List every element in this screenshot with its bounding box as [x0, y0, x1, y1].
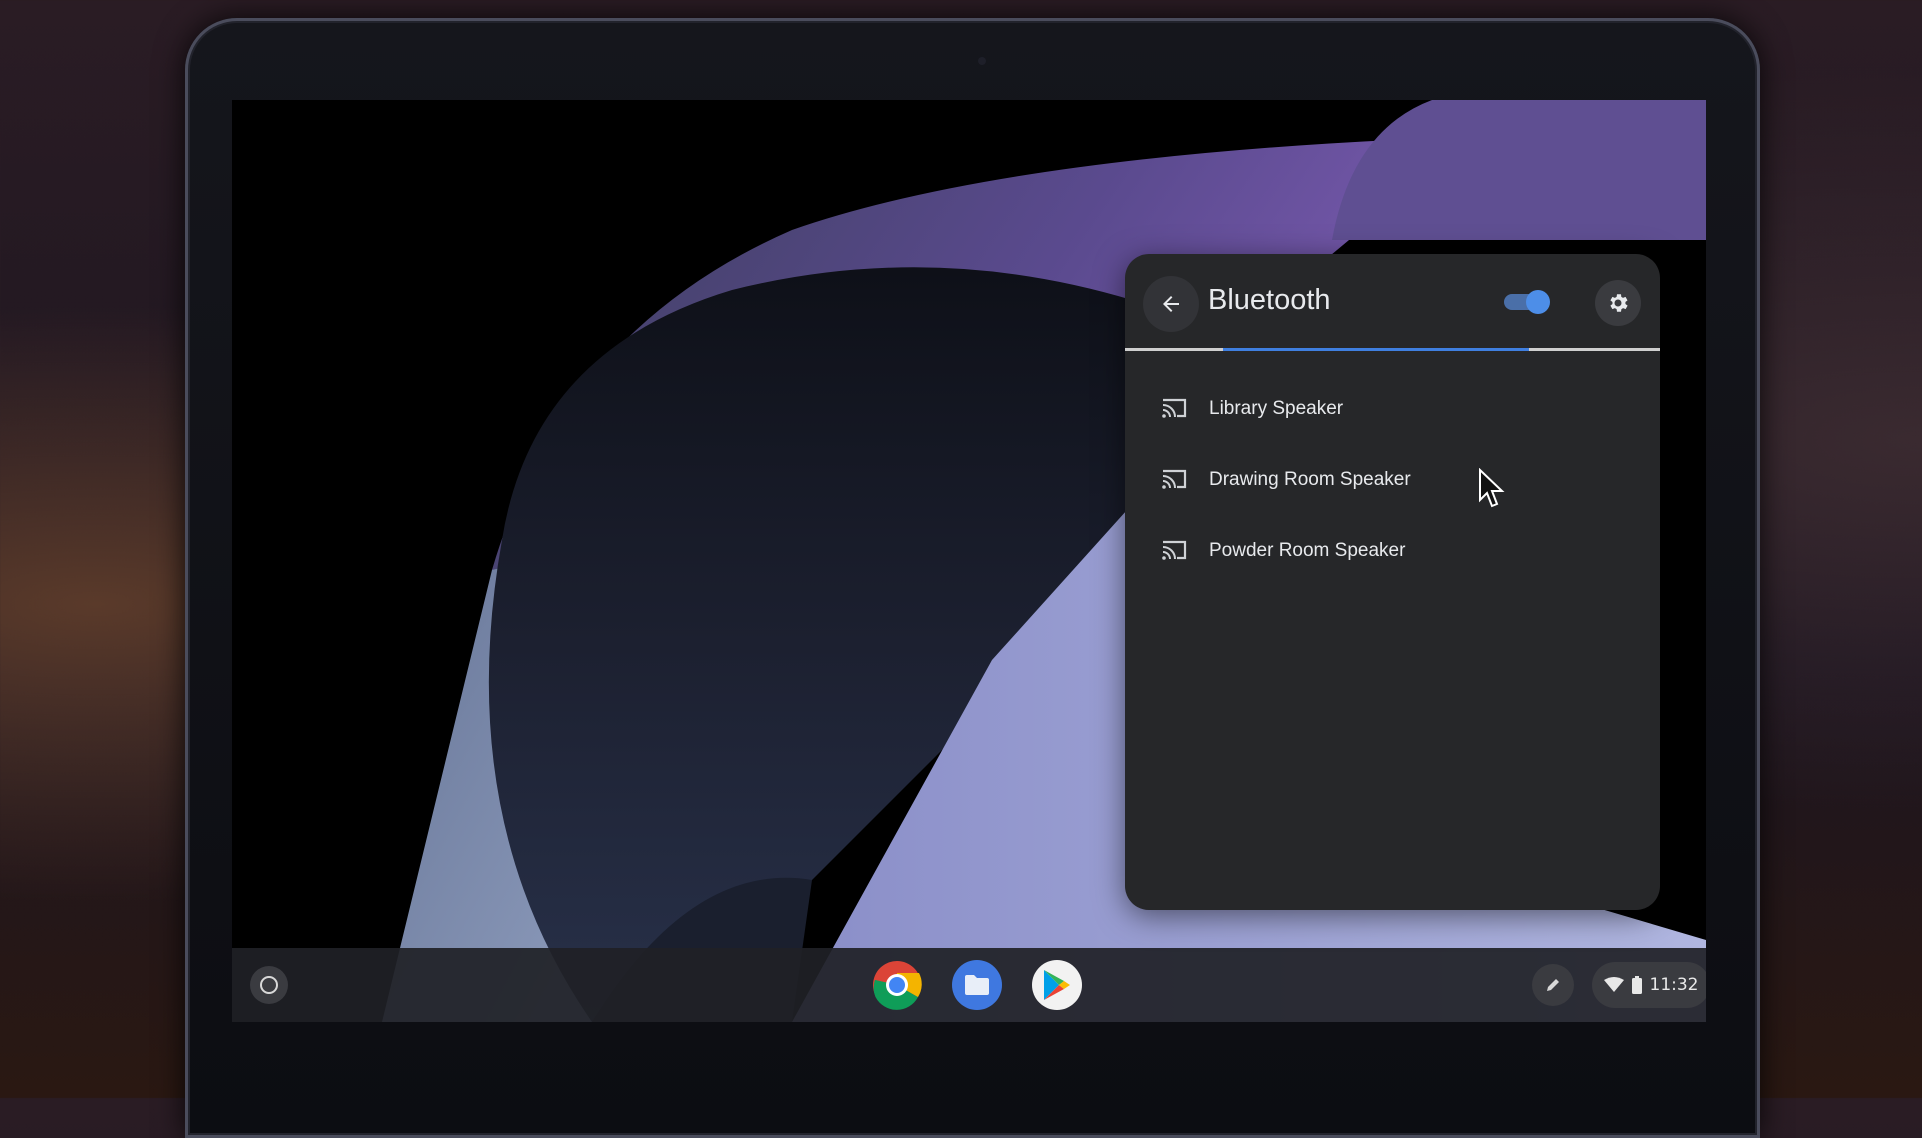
- progress-fill: [1223, 348, 1529, 351]
- bluetooth-settings-button[interactable]: [1595, 280, 1641, 326]
- device-name: Powder Room Speaker: [1209, 540, 1406, 561]
- status-tray[interactable]: 11:32: [1592, 962, 1706, 1008]
- gear-icon: [1610, 294, 1628, 312]
- cast-icon: [1162, 469, 1187, 489]
- clock: 11:32: [1649, 975, 1699, 995]
- stylus-tools-button[interactable]: [1532, 964, 1574, 1006]
- launcher-button[interactable]: [250, 966, 288, 1004]
- cast-icon: [1162, 398, 1187, 418]
- list-item[interactable]: Library Speaker: [1125, 374, 1660, 445]
- list-item[interactable]: Drawing Room Speaker: [1125, 445, 1660, 516]
- bluetooth-panel: Bluetooth Library Speaker Drawing Room S…: [1125, 254, 1660, 910]
- bluetooth-toggle[interactable]: [1502, 290, 1550, 314]
- shelf: 11:32: [232, 948, 1706, 1022]
- battery-icon: [1631, 976, 1642, 994]
- device-name: Drawing Room Speaker: [1209, 469, 1411, 490]
- mouse-cursor-icon: [1479, 468, 1505, 508]
- wifi-icon: [1603, 977, 1624, 992]
- launcher-icon: [260, 976, 278, 994]
- pen-icon: [1547, 979, 1559, 991]
- back-button[interactable]: [1143, 276, 1199, 332]
- device-name: Library Speaker: [1209, 398, 1344, 419]
- play-store-icon[interactable]: [1032, 960, 1082, 1010]
- list-item[interactable]: Powder Room Speaker: [1125, 516, 1660, 587]
- files-icon[interactable]: [952, 960, 1002, 1010]
- toggle-knob: [1526, 290, 1550, 314]
- device-list: Library Speaker Drawing Room Speaker Pow…: [1125, 374, 1660, 587]
- arrow-back-icon: [1163, 296, 1179, 312]
- bluetooth-header: Bluetooth: [1125, 254, 1660, 350]
- pinned-apps: [872, 958, 1082, 1012]
- bluetooth-title: Bluetooth: [1208, 284, 1331, 316]
- chrome-icon[interactable]: [872, 960, 922, 1010]
- webcam: [978, 57, 986, 65]
- cast-icon: [1162, 540, 1187, 560]
- scanning-progress-bar: [1125, 348, 1660, 351]
